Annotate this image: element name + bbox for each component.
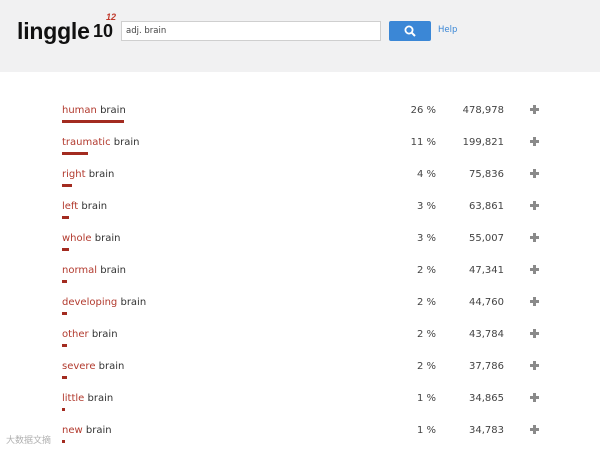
result-phrase[interactable]: human brain (62, 105, 126, 116)
result-phrase[interactable]: other brain (62, 329, 118, 340)
search-button[interactable] (389, 21, 431, 41)
result-percent: 1 % (416, 425, 436, 436)
plus-icon[interactable] (529, 328, 540, 339)
result-modifier: little (62, 393, 85, 404)
result-percent: 1 % (416, 393, 436, 404)
result-row: human brain 26 % 478,978 (0, 105, 600, 137)
frequency-bar (62, 184, 72, 187)
result-row: right brain 4 % 75,836 (0, 169, 600, 201)
result-modifier: severe (62, 361, 96, 372)
result-percent: 4 % (416, 169, 436, 180)
result-percent: 3 % (416, 233, 436, 244)
result-count: 37,786 (469, 361, 504, 372)
frequency-bar (62, 440, 65, 443)
plus-icon[interactable] (529, 200, 540, 211)
result-modifier: left (62, 201, 79, 212)
result-modifier: developing (62, 297, 118, 308)
search-icon (404, 25, 416, 37)
result-percent: 3 % (416, 201, 436, 212)
plus-icon[interactable] (529, 104, 540, 115)
frequency-bar (62, 248, 69, 251)
logo-version-superscript: 12 (106, 12, 117, 22)
result-modifier: new (62, 425, 83, 436)
result-phrase[interactable]: right brain (62, 169, 114, 180)
result-row: other brain 2 % 43,784 (0, 329, 600, 361)
result-row: whole brain 3 % 55,007 (0, 233, 600, 265)
frequency-bar (62, 344, 67, 347)
result-phrase[interactable]: traumatic brain (62, 137, 139, 148)
result-phrase[interactable]: little brain (62, 393, 113, 404)
result-phrase[interactable]: normal brain (62, 265, 126, 276)
result-percent: 26 % (410, 105, 436, 116)
result-phrase[interactable]: left brain (62, 201, 107, 212)
plus-icon[interactable] (529, 168, 540, 179)
plus-icon[interactable] (529, 264, 540, 275)
frequency-bar (62, 408, 65, 411)
result-head-word: brain (98, 361, 125, 372)
result-row: normal brain 2 % 47,341 (0, 265, 600, 297)
result-count: 34,783 (469, 425, 504, 436)
result-count: 63,861 (469, 201, 504, 212)
result-phrase[interactable]: severe brain (62, 361, 124, 372)
result-row: left brain 3 % 63,861 (0, 201, 600, 233)
result-modifier: right (62, 169, 86, 180)
result-phrase[interactable]: developing brain (62, 297, 146, 308)
result-modifier: human (62, 105, 97, 116)
result-head-word: brain (85, 425, 112, 436)
plus-icon[interactable] (529, 136, 540, 147)
logo-version: 10 (93, 21, 114, 41)
plus-icon[interactable] (529, 360, 540, 371)
result-percent: 2 % (416, 297, 436, 308)
result-head-word: brain (94, 233, 121, 244)
result-percent: 2 % (416, 265, 436, 276)
result-row: traumatic brain 11 % 199,821 (0, 137, 600, 169)
result-head-word: brain (100, 265, 126, 276)
result-head-word: brain (120, 297, 147, 308)
result-percent: 2 % (416, 329, 436, 340)
result-count: 34,865 (469, 393, 504, 404)
watermark: 大数据文摘 (6, 436, 52, 446)
result-modifier: whole (62, 233, 92, 244)
result-row: little brain 1 % 34,865 (0, 393, 600, 425)
frequency-bar (62, 376, 67, 379)
result-head-word: brain (88, 169, 115, 180)
frequency-bar (62, 152, 88, 155)
result-count: 478,978 (462, 105, 504, 116)
frequency-bar (62, 312, 67, 315)
frequency-bar (62, 120, 124, 123)
result-head-word: brain (91, 329, 118, 340)
result-head-word: brain (81, 201, 108, 212)
plus-icon[interactable] (529, 232, 540, 243)
result-phrase[interactable]: whole brain (62, 233, 120, 244)
result-modifier: other (62, 329, 89, 340)
plus-icon[interactable] (529, 424, 540, 435)
result-count: 55,007 (469, 233, 504, 244)
frequency-bar (62, 216, 69, 219)
result-count: 44,760 (469, 297, 504, 308)
result-modifier: normal (62, 265, 98, 276)
result-count: 47,341 (469, 265, 504, 276)
result-count: 199,821 (462, 137, 504, 148)
result-modifier: traumatic (62, 137, 111, 148)
help-link[interactable]: Help (438, 25, 457, 35)
result-head-word: brain (87, 393, 114, 404)
header: linggle 10 12 Help (0, 0, 600, 72)
result-row: developing brain 2 % 44,760 (0, 297, 600, 329)
result-head-word: brain (113, 137, 140, 148)
frequency-bar (62, 280, 67, 283)
result-head-word: brain (100, 105, 126, 116)
logo[interactable]: linggle (17, 18, 90, 46)
plus-icon[interactable] (529, 296, 540, 307)
result-count: 75,836 (469, 169, 504, 180)
result-percent: 11 % (410, 137, 436, 148)
search-input[interactable] (121, 21, 381, 41)
result-row: new brain 1 % 34,783 (0, 425, 600, 457)
result-phrase[interactable]: new brain (62, 425, 112, 436)
plus-icon[interactable] (529, 392, 540, 403)
result-row: severe brain 2 % 37,786 (0, 361, 600, 393)
result-count: 43,784 (469, 329, 504, 340)
result-percent: 2 % (416, 361, 436, 372)
